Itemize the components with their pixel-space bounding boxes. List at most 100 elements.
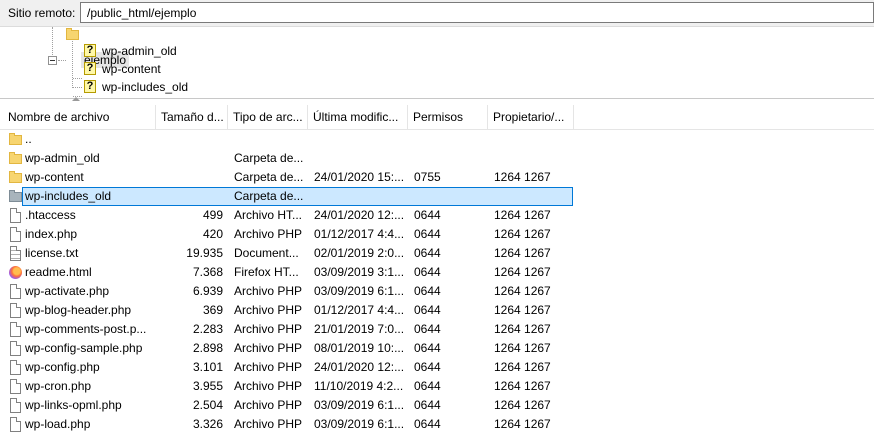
file-owner: 1264 1267	[494, 284, 551, 298]
tree-guide-line	[72, 41, 73, 88]
table-row[interactable]: wp-admin_old Carpeta de...	[0, 149, 874, 168]
text-file-icon	[10, 246, 21, 261]
file-name: wp-blog-header.php	[25, 303, 132, 317]
file-type: Carpeta de...	[234, 189, 304, 203]
file-size: 369	[202, 303, 223, 317]
table-row[interactable]: license.txt 19.935 Document... 02/01/201…	[0, 244, 874, 263]
collapse-toggle-icon[interactable]	[48, 56, 57, 65]
table-row[interactable]: index.php 420 Archivo PHP 01/12/2017 4:4…	[0, 225, 874, 244]
file-owner: 1264 1267	[494, 246, 551, 260]
file-owner: 1264 1267	[494, 170, 551, 184]
file-type: Carpeta de...	[234, 151, 304, 165]
file-owner: 1264 1267	[494, 379, 551, 393]
table-row[interactable]: wp-links-opml.php 2.504 Archivo PHP 03/0…	[0, 396, 874, 415]
table-row[interactable]: wp-comments-post.p... 2.283 Archivo PHP …	[0, 320, 874, 339]
file-owner: 1264 1267	[494, 265, 551, 279]
file-modified: 08/01/2019 10:...	[314, 341, 405, 355]
table-row[interactable]: ..	[0, 130, 874, 149]
table-row[interactable]: wp-config.php 3.101 Archivo PHP 24/01/20…	[0, 358, 874, 377]
file-type: Archivo PHP	[234, 417, 303, 431]
column-header-owner[interactable]: Propietario/...	[487, 105, 573, 129]
file-name: wp-links-opml.php	[25, 398, 122, 412]
file-icon	[10, 227, 21, 242]
file-type: Archivo HT...	[234, 208, 303, 222]
file-size: 499	[202, 208, 223, 222]
table-row[interactable]: wp-cron.php 3.955 Archivo PHP 11/10/2019…	[0, 377, 874, 396]
firefox-icon	[9, 266, 22, 279]
unknown-folder-icon: ?	[84, 62, 96, 75]
file-permissions: 0644	[414, 379, 441, 393]
file-modified: 11/10/2019 4:2...	[314, 379, 404, 393]
column-header-permissions[interactable]: Permisos	[407, 105, 487, 129]
file-modified: 24/01/2020 15:...	[314, 170, 405, 184]
table-row[interactable]: .htaccess 499 Archivo HT... 24/01/2020 1…	[0, 206, 874, 225]
column-divider[interactable]	[573, 105, 574, 129]
file-permissions: 0644	[414, 303, 441, 317]
file-owner: 1264 1267	[494, 322, 551, 336]
remote-directory-tree: ejemplo ? wp-admin_old ? wp-content ? wp…	[0, 27, 874, 99]
file-modified: 21/01/2019 7:0...	[314, 322, 405, 336]
file-name: wp-cron.php	[25, 379, 92, 393]
file-size: 3.101	[192, 360, 223, 374]
column-header-type[interactable]: Tipo de arc...	[227, 105, 307, 129]
unknown-folder-icon: ?	[84, 80, 96, 93]
column-header-modified[interactable]: Última modific...	[307, 105, 407, 129]
file-size: 6.939	[192, 284, 223, 298]
file-type: Archivo PHP	[234, 322, 303, 336]
table-row[interactable]: wp-content Carpeta de... 24/01/2020 15:.…	[0, 168, 874, 187]
file-icon	[10, 398, 21, 413]
file-type: Archivo PHP	[234, 284, 303, 298]
file-name: wp-config.php	[25, 360, 100, 374]
folder-icon	[9, 133, 22, 145]
file-permissions: 0644	[414, 246, 441, 260]
file-name: wp-content	[25, 170, 84, 184]
file-name: wp-load.php	[25, 417, 91, 431]
table-row[interactable]: wp-activate.php 6.939 Archivo PHP 03/09/…	[0, 282, 874, 301]
file-name: readme.html	[25, 265, 92, 279]
table-row[interactable]: wp-config-sample.php 2.898 Archivo PHP 0…	[0, 339, 874, 358]
folder-icon	[9, 152, 22, 164]
file-size: 420	[202, 227, 223, 241]
file-permissions: 0644	[414, 417, 441, 431]
tree-node-wp-includes-old[interactable]: wp-includes_old	[102, 79, 188, 95]
file-permissions: 0644	[414, 360, 441, 374]
file-name: wp-comments-post.p...	[25, 322, 147, 336]
file-type: Archivo PHP	[234, 379, 303, 393]
file-size: 19.935	[186, 246, 223, 260]
file-icon	[10, 341, 21, 356]
tree-guide-line	[58, 60, 66, 61]
tree-guide-line	[73, 78, 82, 79]
table-row[interactable]: readme.html 7.368 Firefox HT... 03/09/20…	[0, 263, 874, 282]
file-icon	[10, 284, 21, 299]
file-owner: 1264 1267	[494, 417, 551, 431]
table-row-selected[interactable]: wp-includes_old Carpeta de...	[0, 187, 874, 206]
file-icon	[10, 303, 21, 318]
file-permissions: 0755	[414, 170, 441, 184]
file-modified: 01/12/2017 4:4...	[314, 227, 405, 241]
folder-icon	[9, 171, 22, 183]
tree-node-wp-content[interactable]: wp-content	[102, 61, 161, 77]
file-permissions: 0644	[414, 322, 441, 336]
table-row[interactable]: wp-load.php 3.326 Archivo PHP 03/09/2019…	[0, 415, 874, 434]
file-owner: 1264 1267	[494, 208, 551, 222]
file-name: .htaccess	[25, 208, 76, 222]
file-name: wp-config-sample.php	[25, 341, 143, 355]
file-modified: 24/01/2020 12:...	[314, 360, 405, 374]
remote-path-input[interactable]: /public_html/ejemplo	[80, 2, 874, 23]
file-owner: 1264 1267	[494, 341, 551, 355]
tree-node-wp-admin-old[interactable]: wp-admin_old	[102, 43, 177, 59]
file-name: license.txt	[25, 246, 79, 260]
file-name: wp-activate.php	[25, 284, 110, 298]
file-owner: 1264 1267	[494, 360, 551, 374]
file-permissions: 0644	[414, 341, 441, 355]
column-header-name[interactable]: Nombre de archivo	[2, 105, 156, 129]
file-list-header: Nombre de archivo Tamaño d... Tipo de ar…	[0, 105, 874, 130]
file-permissions: 0644	[414, 398, 441, 412]
file-owner: 1264 1267	[494, 398, 551, 412]
file-icon	[10, 417, 21, 432]
table-row[interactable]: wp-blog-header.php 369 Archivo PHP 01/12…	[0, 301, 874, 320]
file-icon	[10, 379, 21, 394]
file-modified: 03/09/2019 6:1...	[314, 398, 405, 412]
file-owner: 1264 1267	[494, 227, 551, 241]
column-header-size[interactable]: Tamaño d...	[155, 105, 227, 129]
